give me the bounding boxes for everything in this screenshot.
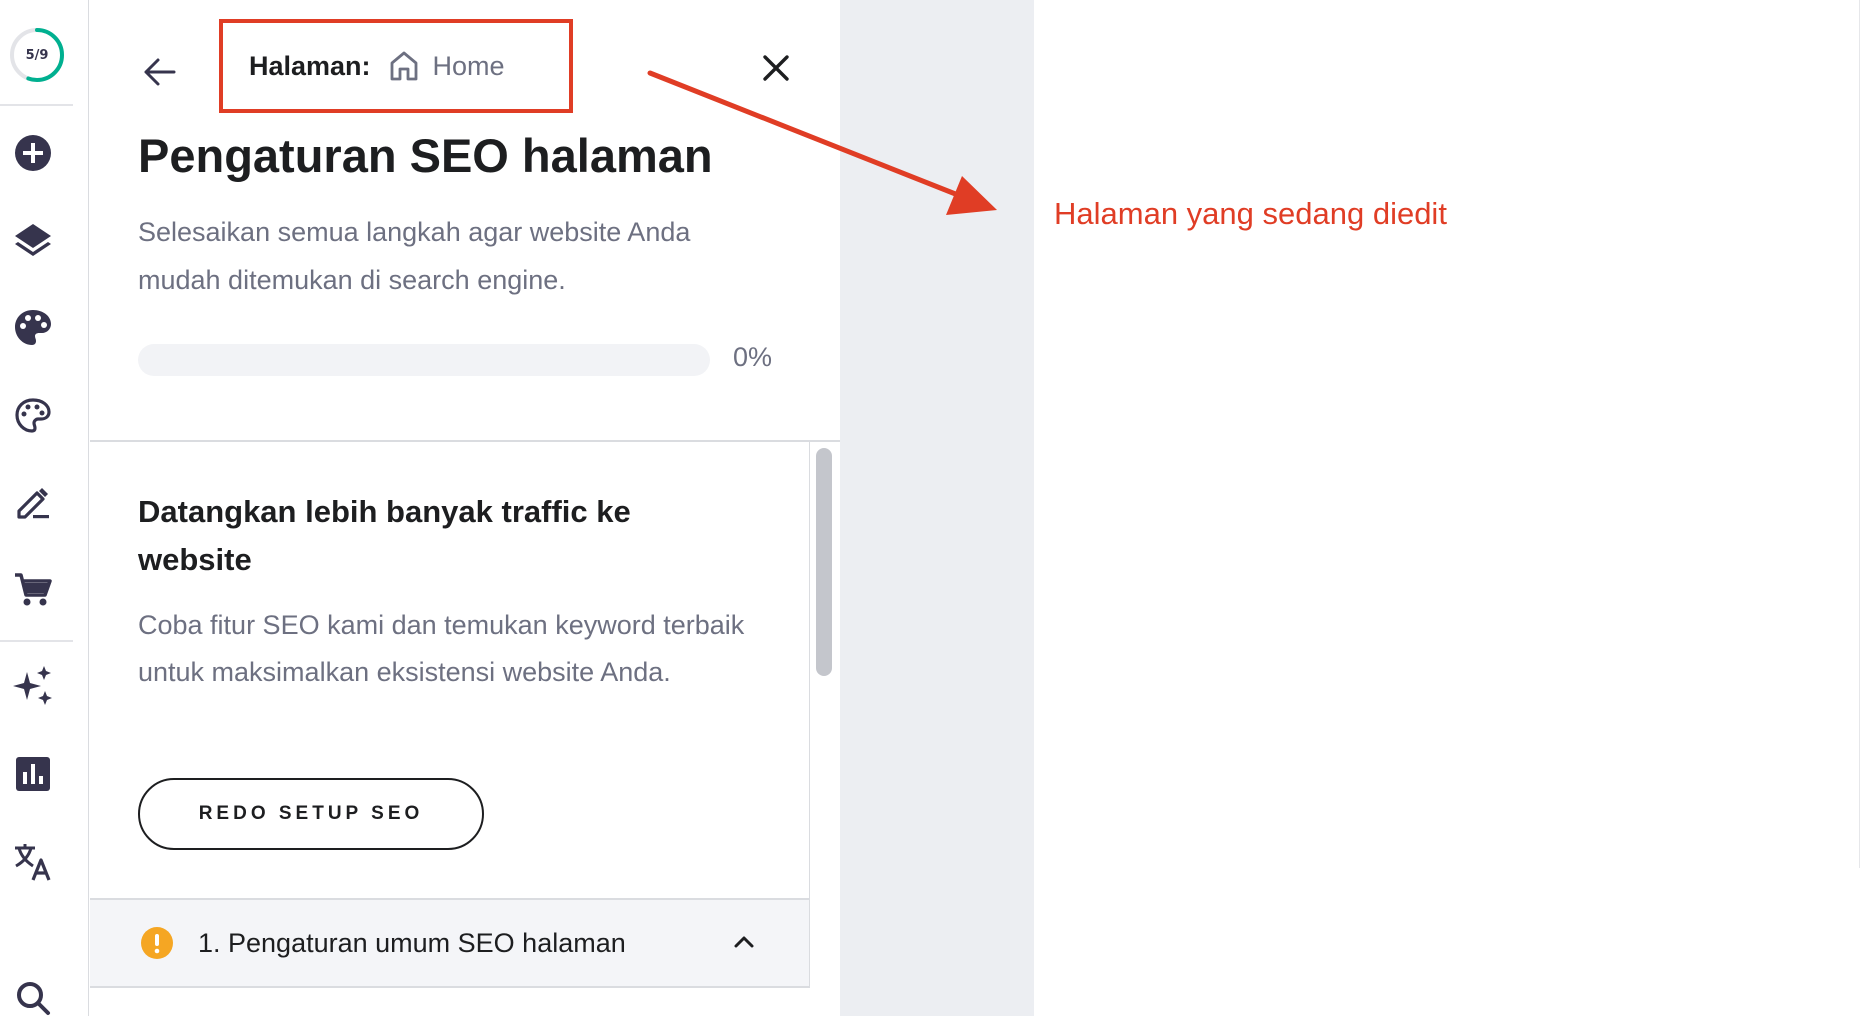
analytics-icon [16,757,50,791]
analytics-button[interactable] [11,752,55,796]
seo-progress-bar [138,344,710,376]
palette-outline-icon [15,398,51,433]
editor-canvas[interactable] [1034,0,1859,1016]
panel-description: Selesaikan semua langkah agar website An… [138,217,691,295]
chevron-up-icon [730,928,758,956]
seo-settings-panel: Halaman: Home Pengaturan SEO halaman Sel… [90,0,840,1016]
rail-divider [0,640,73,642]
page-indicator-label: Halaman: [249,50,371,81]
setup-progress-ring[interactable]: 5/9 [8,26,66,84]
layers-icon [15,224,51,256]
editor-canvas-margin [840,0,1034,1016]
search-icon [17,982,50,1015]
add-element-button[interactable] [11,131,55,175]
panel-title: Pengaturan SEO halaman [138,129,713,182]
page-indicator-value: Home [432,50,505,81]
promo-card-description: Coba fitur SEO kami dan temukan keyword … [138,610,745,687]
traffic-promo-card: Datangkan lebih banyak traffic ke websit… [90,442,810,898]
current-page-indicator[interactable]: Halaman: Home [219,19,573,113]
redo-setup-seo-button[interactable]: REDO SETUP SEO [138,778,484,850]
setup-progress-text: 5/9 [25,47,49,63]
layers-button[interactable] [11,218,55,262]
home-icon [389,50,419,82]
arrow-left-icon [144,58,176,86]
edit-content-button[interactable] [11,481,55,525]
store-button[interactable] [11,568,55,612]
accordion-label: 1. Pengaturan umum SEO halaman [198,927,626,958]
sparkles-icon [13,666,52,705]
left-icon-rail: 5/9 [0,0,89,1016]
close-icon [763,55,789,81]
global-styles-button[interactable] [11,306,55,350]
annotation-text: Halaman yang sedang diedit [1054,196,1447,231]
canvas-edge-line [1859,0,1860,868]
accordion-general-seo[interactable]: 1. Pengaturan umum SEO halaman [90,898,810,988]
promo-card-title: Datangkan lebih banyak traffic ke websit… [138,494,631,577]
warning-icon [140,926,174,960]
palette-filled-icon [15,310,51,345]
theme-button[interactable] [11,394,55,438]
cart-icon [15,573,52,606]
edit-icon [17,488,49,519]
close-panel-button[interactable] [752,44,800,92]
rail-divider [0,104,73,106]
translate-button[interactable] [11,840,55,884]
search-button[interactable] [11,976,55,1016]
seo-progress-percent: 0% [733,342,773,372]
panel-scrollbar-thumb[interactable] [816,448,832,676]
ai-tools-button[interactable] [11,664,55,708]
back-button[interactable] [138,50,182,94]
add-icon [15,135,51,171]
panel-scroll-area[interactable]: Datangkan lebih banyak traffic ke websit… [90,442,840,1016]
translate-icon [15,844,51,881]
